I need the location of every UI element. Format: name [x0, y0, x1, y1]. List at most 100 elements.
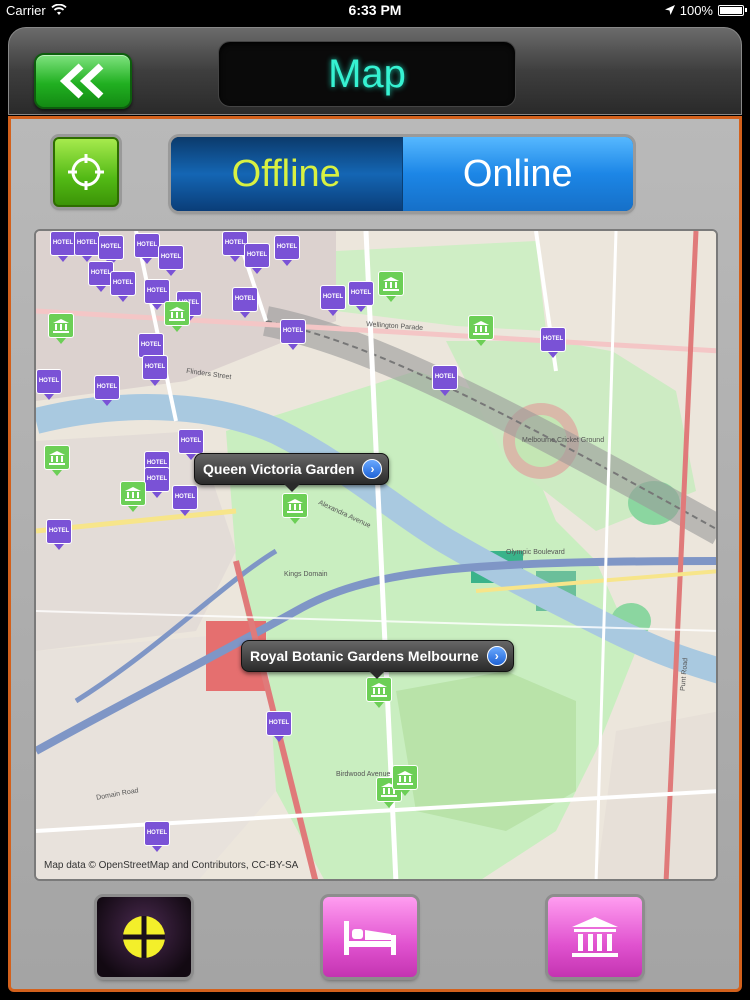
hotel-pin-icon: HOTEL — [146, 830, 168, 836]
hotel-pin[interactable]: HOTEL — [142, 355, 168, 386]
hotel-pin-icon: HOTEL — [224, 240, 246, 246]
museum-pin[interactable] — [44, 445, 70, 476]
hotel-pin-icon: HOTEL — [146, 460, 168, 466]
bed-icon — [344, 921, 396, 955]
segment-online-label: Online — [462, 152, 573, 195]
callout-queen-victoria-garden[interactable]: Queen Victoria Garden › — [194, 453, 390, 492]
callout-label: Royal Botanic Gardens Melbourne — [250, 648, 479, 664]
hotel-pin[interactable]: HOTEL — [266, 711, 292, 742]
chevron-right-icon[interactable]: › — [486, 646, 507, 666]
callout-label: Queen Victoria Garden — [203, 461, 355, 477]
hotel-pin-icon: HOTEL — [434, 374, 456, 380]
compass-icon — [123, 916, 165, 958]
segment-online[interactable]: Online — [401, 137, 633, 211]
museum-icon — [125, 486, 141, 501]
hotel-pin-icon: HOTEL — [246, 252, 268, 258]
museum-pin[interactable] — [392, 765, 418, 796]
hotel-pin[interactable]: HOTEL — [280, 319, 306, 350]
status-time: 6:33 PM — [348, 2, 402, 18]
wifi-icon — [51, 4, 67, 15]
hotel-pin[interactable]: HOTEL — [172, 485, 198, 516]
status-bar: Carrier 6:33 PM 100% — [0, 0, 750, 20]
hotel-pin[interactable]: HOTEL — [158, 245, 184, 276]
navigation-bar: Map — [8, 27, 742, 115]
hotel-pin-icon: HOTEL — [76, 240, 98, 246]
map-mode-segmented-control: Offline Online — [171, 137, 633, 211]
hotel-pin[interactable]: HOTEL — [134, 233, 160, 264]
compass-button[interactable] — [97, 897, 191, 977]
museum-icon — [383, 276, 399, 291]
hotel-pin-icon: HOTEL — [282, 328, 304, 334]
carrier-label: Carrier — [6, 2, 46, 18]
callout-royal-botanic-gardens[interactable]: Royal Botanic Gardens Melbourne › — [241, 640, 514, 679]
museum-icon — [169, 306, 185, 321]
hotel-pin-icon: HOTEL — [96, 384, 118, 390]
hotel-pin-icon: HOTEL — [146, 476, 168, 482]
hotel-pin-icon: HOTEL — [268, 720, 290, 726]
hotel-pin[interactable]: HOTEL — [432, 365, 458, 396]
museum-pin[interactable] — [282, 493, 308, 524]
hotel-pin[interactable]: HOTEL — [232, 287, 258, 318]
location-arrow-icon — [664, 5, 675, 15]
locate-me-button[interactable] — [53, 137, 119, 207]
hotel-pin-icon: HOTEL — [542, 336, 564, 342]
museum-icon — [473, 320, 489, 335]
museums-button[interactable] — [548, 897, 642, 977]
hotel-pin[interactable]: HOTEL — [540, 327, 566, 358]
museum-pin[interactable] — [378, 271, 404, 302]
hotel-pin-icon: HOTEL — [48, 528, 70, 534]
hotels-button[interactable] — [323, 897, 417, 977]
street-label: Kings Domain — [284, 571, 328, 578]
museum-pin[interactable] — [120, 481, 146, 512]
museum-icon — [371, 682, 387, 697]
hotel-pin-icon: HOTEL — [350, 290, 372, 296]
museum-icon — [49, 450, 65, 465]
hotel-pin-icon: HOTEL — [140, 342, 162, 348]
main-panel: Offline Online Flinders Street Wellingto… — [8, 116, 742, 992]
hotel-pin[interactable]: HOTEL — [110, 271, 136, 302]
museum-pin[interactable] — [366, 677, 392, 708]
hotel-pin[interactable]: HOTEL — [50, 231, 76, 262]
street-label: Olympic Boulevard — [506, 549, 565, 556]
hotel-pin-icon: HOTEL — [234, 296, 256, 302]
hotel-pin-icon: HOTEL — [146, 288, 168, 294]
battery-icon — [717, 4, 747, 16]
double-chevron-left-icon — [59, 63, 104, 99]
map-view[interactable]: Flinders Street Wellington Parade Olympi… — [34, 229, 718, 881]
hotel-pin[interactable]: HOTEL — [74, 231, 100, 262]
battery-percent: 100% — [679, 2, 713, 18]
hotel-pin-icon: HOTEL — [276, 244, 298, 250]
hotel-pin-icon: HOTEL — [38, 378, 60, 384]
museum-pin[interactable] — [468, 315, 494, 346]
hotel-pin[interactable]: HOTEL — [320, 285, 346, 316]
museum-icon — [572, 917, 618, 957]
hotel-pin-icon: HOTEL — [180, 438, 202, 444]
hotel-pin-icon: HOTEL — [174, 494, 196, 500]
museum-icon — [397, 770, 413, 785]
hotel-pin-icon: HOTEL — [52, 240, 74, 246]
page-title-box: Map — [218, 41, 516, 107]
hotel-pin-icon: HOTEL — [160, 254, 182, 260]
hotel-pin[interactable]: HOTEL — [144, 821, 170, 852]
hotel-pin-icon: HOTEL — [112, 280, 134, 286]
street-label: Melbourne Cricket Ground — [522, 437, 605, 444]
map-attribution: Map data © OpenStreetMap and Contributor… — [44, 860, 299, 871]
hotel-pin[interactable]: HOTEL — [274, 235, 300, 266]
hotel-pin-icon: HOTEL — [90, 270, 112, 276]
museum-pin[interactable] — [164, 301, 190, 332]
page-title: Map — [328, 51, 406, 96]
hotel-pin[interactable]: HOTEL — [36, 369, 62, 400]
hotel-pin[interactable]: HOTEL — [144, 467, 170, 498]
hotel-pin-icon: HOTEL — [100, 244, 122, 250]
hotel-pin[interactable]: HOTEL — [244, 243, 270, 274]
hotel-pin[interactable]: HOTEL — [94, 375, 120, 406]
museum-icon — [287, 498, 303, 513]
back-button[interactable] — [34, 53, 132, 109]
museum-pin[interactable] — [48, 313, 74, 344]
hotel-pin[interactable]: HOTEL — [348, 281, 374, 312]
chevron-right-icon[interactable]: › — [362, 459, 383, 479]
hotel-pin-icon: HOTEL — [136, 242, 158, 248]
segment-offline[interactable]: Offline — [171, 137, 402, 211]
hotel-pin[interactable]: HOTEL — [46, 519, 72, 550]
hotel-pin-icon: HOTEL — [144, 364, 166, 370]
